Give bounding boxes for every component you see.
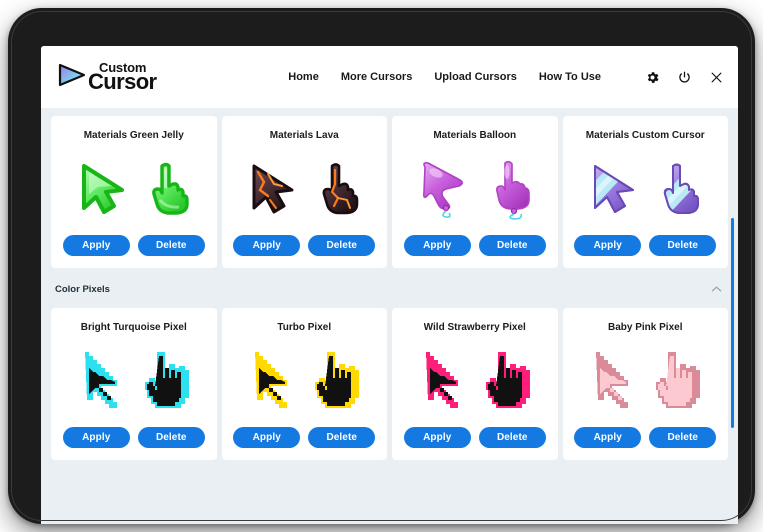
hand-cursor-balloon-icon — [495, 160, 530, 220]
cursor-card-materials-lava[interactable]: Materials Lava Apply Delete — [221, 116, 387, 268]
hand-cursor-lava-icon — [322, 163, 359, 215]
hand-cursor-pixel-icon — [315, 352, 360, 408]
nav-link-home[interactable]: Home — [288, 71, 319, 83]
apply-button[interactable]: Apply — [62, 427, 130, 448]
brand-wordmark: Custom Cursor — [88, 61, 157, 95]
card-actions: Apply Delete — [573, 427, 719, 448]
close-icon[interactable] — [709, 70, 724, 85]
card-title: Materials Balloon — [433, 130, 517, 141]
card-actions: Apply Delete — [61, 427, 207, 448]
arrow-cursor-jelly-icon — [81, 164, 124, 214]
hand-cursor-ribbon-icon — [664, 163, 700, 214]
hand-cursor-pixel-icon — [144, 352, 189, 408]
delete-button[interactable]: Delete — [478, 427, 546, 448]
arrow-cursor-ribbon-icon — [594, 165, 635, 213]
arrow-cursor-pixel-icon — [255, 352, 288, 408]
card-actions: Apply Delete — [402, 427, 548, 448]
cursor-card-wild-strawberry-pixel[interactable]: Wild Strawberry Pixel Apply Delete — [392, 308, 558, 460]
cursor-preview-green-jelly — [76, 147, 192, 231]
card-actions: Apply Delete — [232, 427, 378, 448]
delete-button[interactable]: Delete — [308, 235, 376, 256]
card-title: Wild Strawberry Pixel — [423, 322, 526, 333]
delete-button[interactable]: Delete — [478, 235, 546, 256]
nav-link-upload-cursors[interactable]: Upload Cursors — [434, 71, 517, 83]
arrow-cursor-pixel-icon — [596, 352, 629, 408]
hand-cursor-pixel-icon — [485, 352, 530, 408]
cursor-preview-wild-strawberry-pixel — [420, 339, 530, 423]
card-title: Materials Lava — [269, 130, 339, 141]
cursor-card-row-color-pixels: Bright Turquoise Pixel Apply Delete Turb… — [41, 308, 738, 460]
cursor-preview-baby-pink-pixel — [590, 339, 701, 423]
cursor-arrow-gradient-icon — [57, 62, 87, 93]
brand-bottom-word: Cursor — [88, 69, 157, 95]
hand-cursor-pixel-icon — [656, 352, 701, 408]
nav-link-how-to-use[interactable]: How To Use — [539, 71, 601, 83]
cursor-card-materials-custom-cursor[interactable]: Materials Custom Cursor Apply Delete — [562, 116, 728, 268]
app-screen: Custom Cursor Home More Cursors Upload C… — [41, 46, 738, 524]
gear-icon[interactable] — [645, 70, 660, 85]
card-actions: Apply Delete — [573, 235, 719, 256]
device-frame: Custom Cursor Home More Cursors Upload C… — [8, 8, 755, 524]
card-title: Materials Green Jelly — [83, 130, 184, 141]
card-title: Baby Pink Pixel — [608, 322, 683, 333]
section-title: Color Pixels — [55, 283, 110, 295]
vertical-scrollbar-track[interactable] — [730, 108, 735, 524]
delete-button[interactable]: Delete — [137, 235, 205, 256]
brand-logo[interactable]: Custom Cursor — [57, 61, 157, 95]
delete-button[interactable]: Delete — [137, 427, 205, 448]
apply-button[interactable]: Apply — [403, 427, 471, 448]
cursor-preview-balloon — [416, 147, 534, 231]
power-icon[interactable] — [677, 70, 692, 85]
cursor-card-bright-turquoise-pixel[interactable]: Bright Turquoise Pixel Apply Delete — [51, 308, 217, 460]
cursor-preview-bright-turquoise-pixel — [79, 339, 189, 423]
apply-button[interactable]: Apply — [574, 235, 642, 256]
apply-button[interactable]: Apply — [403, 235, 471, 256]
card-title: Turbo Pixel — [277, 322, 332, 333]
cursor-preview-custom-cursor — [587, 147, 703, 231]
card-title: Bright Turquoise Pixel — [80, 322, 187, 333]
cursor-card-turbo-pixel[interactable]: Turbo Pixel Apply Delete — [221, 308, 387, 460]
card-actions: Apply Delete — [61, 235, 207, 256]
cursor-list-scroll-area[interactable]: Materials Green Jelly Apply Delete Mater… — [41, 108, 738, 524]
arrow-cursor-balloon-icon — [422, 162, 463, 218]
apply-button[interactable]: Apply — [574, 427, 642, 448]
cursor-card-row-materials: Materials Green Jelly Apply Delete Mater… — [41, 108, 738, 268]
arrow-cursor-pixel-icon — [84, 352, 117, 408]
cursor-card-materials-green-jelly[interactable]: Materials Green Jelly Apply Delete — [51, 116, 217, 268]
hand-cursor-jelly-icon — [151, 162, 189, 215]
card-title: Materials Custom Cursor — [585, 130, 705, 141]
chevron-up-icon[interactable] — [711, 285, 722, 293]
cursor-card-baby-pink-pixel[interactable]: Baby Pink Pixel Apply Delete — [562, 308, 728, 460]
cursor-card-materials-balloon[interactable]: Materials Balloon Apply Delete — [392, 116, 558, 268]
card-actions: Apply Delete — [402, 235, 548, 256]
apply-button[interactable]: Apply — [62, 235, 130, 256]
arrow-cursor-pixel-icon — [425, 352, 458, 408]
apply-button[interactable]: Apply — [233, 235, 301, 256]
vertical-scrollbar-thumb[interactable] — [731, 218, 734, 428]
delete-button[interactable]: Delete — [308, 427, 376, 448]
app-header: Custom Cursor Home More Cursors Upload C… — [41, 46, 738, 108]
nav-link-more-cursors[interactable]: More Cursors — [341, 71, 413, 83]
cursor-preview-turbo-pixel — [249, 339, 360, 423]
card-actions: Apply Delete — [232, 235, 378, 256]
apply-button[interactable]: Apply — [233, 427, 301, 448]
arrow-cursor-lava-icon — [252, 164, 294, 214]
section-header-color-pixels[interactable]: Color Pixels — [41, 278, 738, 300]
nav-icon-group — [645, 70, 724, 85]
delete-button[interactable]: Delete — [649, 235, 717, 256]
cursor-preview-lava — [246, 147, 362, 231]
delete-button[interactable]: Delete — [649, 427, 717, 448]
main-nav: Home More Cursors Upload Cursors How To … — [288, 70, 724, 85]
